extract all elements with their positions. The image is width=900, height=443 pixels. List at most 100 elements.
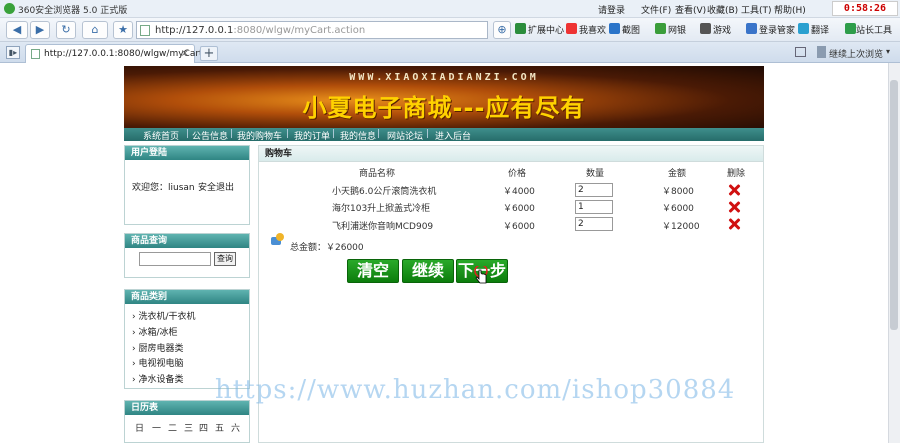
home-button[interactable]: ⌂ [82,21,108,39]
extension-icon [515,23,526,34]
toolbar-games[interactable]: 游戏 [713,23,731,36]
home-icon: ⌂ [91,23,99,36]
calendar-day-header: 三 [184,424,194,434]
browser-title-bar: 360安全浏览器 5.0 正式版 请登录 文件(F) 查看(V) 收藏(B) 工… [0,0,900,18]
refresh-icon: ↻ [61,23,71,36]
category-item[interactable]: › 洗衣机/干衣机 [132,309,196,322]
cart-item-name: 小天鹅6.0公斤滚筒洗衣机 [332,187,437,197]
nav-my-cart[interactable]: 我的购物车 [237,129,282,142]
cart-item-name: 海尔103升上掀盖式冷柜 [332,204,431,214]
category-item[interactable]: › 厨房电器类 [132,341,183,354]
logout-link[interactable]: 安全退出 [198,180,234,193]
continue-shopping-button[interactable]: 继续 [402,259,454,283]
header-amount: 金额 [668,169,687,179]
nav-separator: | [186,129,190,139]
nav-separator: | [286,129,290,139]
scrollbar-thumb[interactable] [890,80,898,330]
forward-button[interactable]: ▶ [30,21,50,39]
category-item[interactable]: › 净水设备类 [132,372,183,385]
quantity-input[interactable]: 2 [575,183,613,197]
user-panel-title: 用户登陆 [125,146,249,160]
hand-cursor-icon [474,266,488,284]
refresh-button[interactable]: ↻ [56,21,76,39]
search-button[interactable]: 查询 [214,252,236,266]
calendar-day-header: 四 [199,424,209,434]
browser-logo-icon [4,3,15,14]
window-icon[interactable] [795,47,806,57]
address-url[interactable]: http://127.0.0.1:8080/wlgw/myCart.action [155,25,365,36]
toolbar-banking[interactable]: 网银 [668,23,686,36]
nav-admin[interactable]: 进入后台 [435,129,471,142]
toolbar-login-manager[interactable]: 登录管家 [759,23,795,36]
calendar-day-header: 一 [152,424,162,434]
calendar-day-header: 六 [231,424,241,434]
new-tab-button[interactable]: + [200,46,218,61]
clear-cart-button[interactable]: 清空 [347,259,399,283]
page-icon [140,25,150,36]
nav-separator: | [332,129,336,139]
search-input[interactable] [139,252,211,266]
add-button[interactable]: ⊕ [493,21,511,39]
watermark-text: https://www.huzhan.com/ishop30884 [215,375,736,405]
menu-view[interactable]: 查看(V) [675,3,706,16]
cart-item-amount: ￥12000 [662,222,700,232]
browser-title: 360安全浏览器 5.0 正式版 [18,6,128,16]
calendar-day-header: 二 [168,424,178,434]
category-item[interactable]: › 冰箱/冰柜 [132,325,178,338]
favorite-star-button[interactable]: ★ [113,21,133,39]
nav-forum[interactable]: 网站论坛 [387,129,423,142]
welcome-text: 欢迎您：liusan [132,183,195,193]
category-label: 电视视电脑 [138,359,184,369]
cart-item-price: ￥6000 [503,204,535,214]
bank-icon [655,23,666,34]
category-panel-title: 商品类别 [125,290,249,304]
header-delete: 删除 [727,169,746,179]
category-label: 洗衣机/干衣机 [138,312,196,322]
cart-item-amount: ￥8000 [662,187,694,197]
forward-arrow-icon: ▶ [35,23,45,36]
nav-home[interactable]: 系统首页 [143,129,179,142]
toolbar-screenshot[interactable]: 截图 [622,23,640,36]
cart-item-amount: ￥6000 [662,204,694,214]
back-button[interactable]: ◀ [6,21,28,39]
toolbar-translate[interactable]: 翻译 [811,23,829,36]
delete-icon[interactable] [728,184,740,196]
category-item[interactable]: › 电视视电脑 [132,356,183,369]
tab-mycart[interactable]: http://127.0.0.1:8080/wlgw/myCart... × [25,44,211,63]
toolbar-webmaster[interactable]: 站长工具 [856,23,892,36]
cart-item-name: 飞利浦迷你音响MCD909 [332,222,434,232]
nav-my-orders[interactable]: 我的订单 [294,129,330,142]
sidebar-toggle-icon[interactable]: ▮▸ [6,46,20,59]
restore-last-session[interactable]: 继续上次浏览 [829,47,883,60]
quantity-input[interactable]: 1 [575,200,613,214]
menu-file[interactable]: 文件(F) [641,3,671,16]
cart-total-icon [271,233,285,246]
browser-toolbar: ◀ ▶ ↻ ⌂ ★ http://127.0.0.1:8080/wlgw/myC… [0,18,900,42]
category-label: 冰箱/冰柜 [138,328,178,338]
cart-title: 购物车 [259,146,763,162]
menu-help[interactable]: 帮助(H) [774,3,806,16]
delete-icon[interactable] [728,218,740,230]
star-icon: ★ [118,23,128,36]
trash-icon[interactable] [817,46,826,58]
menu-favorites[interactable]: 收藏(B) [707,3,738,16]
tab-menu-icon[interactable]: ▾ [886,47,890,56]
nav-announcements[interactable]: 公告信息 [192,129,228,142]
login-link[interactable]: 请登录 [598,3,625,16]
game-icon [700,23,711,34]
cart-item-price: ￥6000 [503,222,535,232]
address-bar[interactable]: http://127.0.0.1:8080/wlgw/myCart.action [136,21,488,39]
nav-separator: | [230,129,234,139]
delete-icon[interactable] [728,201,740,213]
category-label: 净水设备类 [138,375,184,385]
cart-total: 总金额：￥26000 [290,243,364,253]
page-icon [31,49,40,59]
menu-tools[interactable]: 工具(T) [741,3,772,16]
nav-separator: | [377,129,381,139]
calendar-day-header: 五 [215,424,225,434]
toolbar-favorites[interactable]: 我喜欢 [579,23,606,36]
nav-my-info[interactable]: 我的信息 [340,129,376,142]
quantity-input[interactable]: 2 [575,217,613,231]
toolbar-extensions[interactable]: 扩展中心 [528,23,564,36]
tab-close-icon[interactable]: × [181,48,189,59]
